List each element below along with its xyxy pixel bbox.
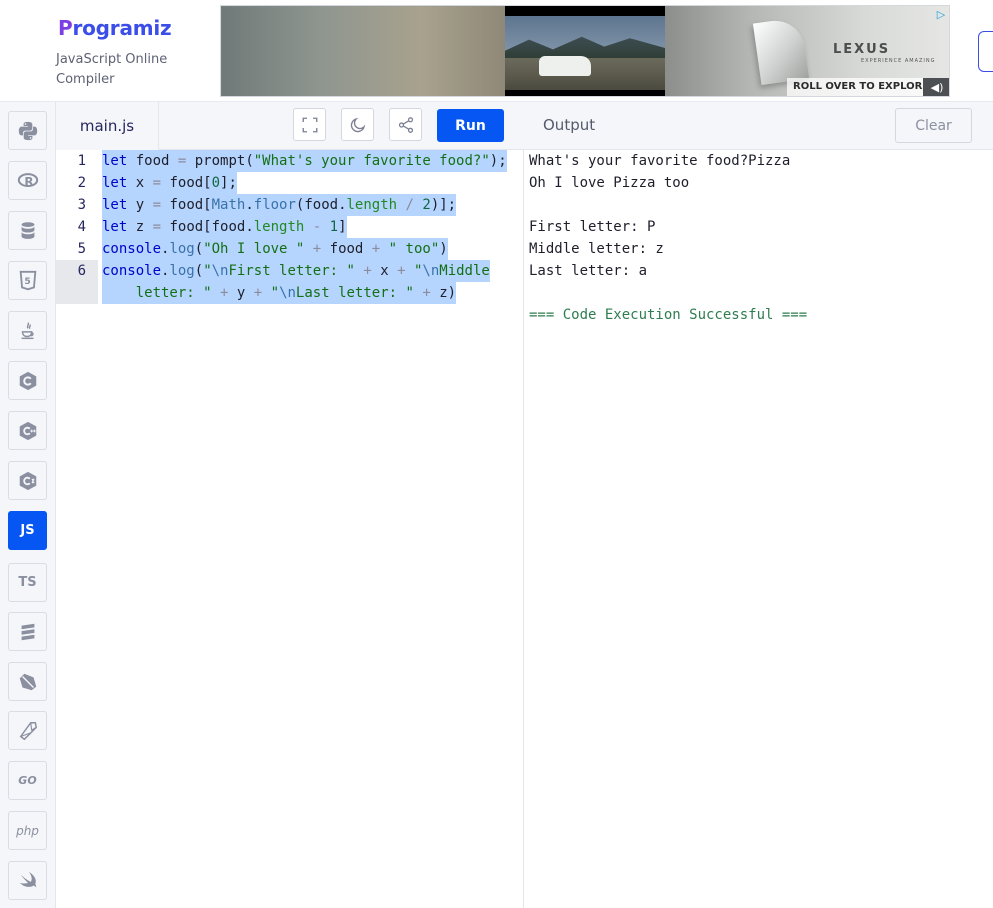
ad-image-car [505, 6, 665, 96]
go-language-button[interactable]: GO [8, 761, 47, 800]
ad-cta-text[interactable]: ROLL OVER TO EXPLORE [787, 78, 936, 96]
top-header: Programiz JavaScript Online Compiler LEX… [0, 0, 993, 102]
code-line-1[interactable]: let food = prompt("What's your favorite … [102, 150, 507, 172]
php-language-button[interactable]: php [8, 811, 47, 850]
r-language-icon[interactable]: R [8, 161, 47, 200]
ts-label: TS [18, 575, 37, 590]
advertisement-banner[interactable]: LEXUS EXPERIENCE AMAZING ROLL OVER TO EX… [220, 5, 950, 97]
javascript-language-button[interactable]: JS [8, 511, 47, 550]
html5-icon[interactable]: 5 [8, 261, 47, 300]
ruby-icon[interactable] [8, 711, 47, 750]
code-line-6-wrap[interactable]: letter: " + y + "\nLast letter: " + z) [102, 282, 457, 304]
ad-image-left [221, 6, 506, 96]
ad-brand-tagline: EXPERIENCE AMAZING [861, 58, 936, 64]
line-number-gutter: 1 2 3 4 5 6 [56, 150, 98, 908]
page-subtitle: JavaScript Online Compiler [56, 52, 168, 87]
clear-button[interactable]: Clear [895, 108, 972, 143]
line-number: 1 [77, 153, 86, 169]
logo-text: rogramiz [72, 16, 172, 40]
code-line-2[interactable]: let x = food[0]; [102, 172, 237, 194]
dark-mode-icon[interactable] [341, 108, 374, 141]
output-line: First letter: P [529, 219, 656, 235]
swift-icon[interactable] [8, 861, 47, 900]
sql-server-icon[interactable] [8, 612, 47, 651]
code-line-5[interactable]: console.log("Oh I love " + food + " too"… [102, 238, 448, 260]
python-icon[interactable] [8, 111, 47, 150]
line-number: 4 [77, 219, 86, 235]
sql-database-icon[interactable] [8, 211, 47, 250]
java-icon[interactable] [8, 311, 47, 350]
dart-icon[interactable] [8, 662, 47, 701]
share-icon[interactable] [389, 108, 422, 141]
code-editor[interactable]: let food = prompt("What's your favorite … [98, 150, 524, 908]
output-line: Oh I love Pizza too [529, 175, 690, 191]
output-title: Output [543, 116, 596, 134]
line-number: 5 [77, 241, 86, 257]
header-action-button[interactable] [978, 31, 993, 72]
typescript-language-button[interactable]: TS [8, 563, 47, 602]
output-line: What's your favorite food?Pizza [529, 153, 791, 169]
code-line-6[interactable]: console.log("\nFirst letter: " + x + "\n… [102, 260, 490, 282]
csharp-icon[interactable] [8, 461, 47, 500]
line-number: 3 [77, 197, 86, 213]
line-number: 2 [77, 175, 86, 191]
adchoices-icon[interactable]: ▷ [933, 8, 949, 22]
c-language-icon[interactable] [8, 361, 47, 400]
svg-text:5: 5 [24, 275, 30, 286]
output-line: Last letter: a [529, 263, 648, 279]
programiz-logo[interactable]: Programiz [58, 16, 172, 40]
code-line-3[interactable]: let y = food[Math.floor(food.length / 2)… [102, 194, 457, 216]
speaker-icon[interactable]: ◀) [923, 78, 949, 96]
line-number: 6 [77, 263, 86, 279]
output-line: Middle letter: z [529, 241, 664, 257]
output-console[interactable]: What's your favorite food?Pizza Oh I lov… [525, 150, 993, 908]
js-label: JS [20, 523, 35, 538]
logo-initial: P [58, 16, 73, 40]
language-sidebar: R 5 JS TS GO php [0, 102, 56, 908]
fullscreen-icon[interactable] [293, 108, 326, 141]
go-label: GO [18, 774, 37, 787]
ad-brand-logo: LEXUS [833, 42, 891, 57]
code-line-4[interactable]: let z = food[food.length - 1] [102, 216, 347, 238]
execution-success-message: === Code Execution Successful === [529, 307, 808, 323]
file-tab-main-js[interactable]: main.js [56, 102, 159, 150]
php-label: php [16, 823, 39, 838]
cpp-icon[interactable] [8, 411, 47, 450]
svg-text:R: R [24, 174, 33, 188]
run-button[interactable]: Run [437, 109, 504, 142]
